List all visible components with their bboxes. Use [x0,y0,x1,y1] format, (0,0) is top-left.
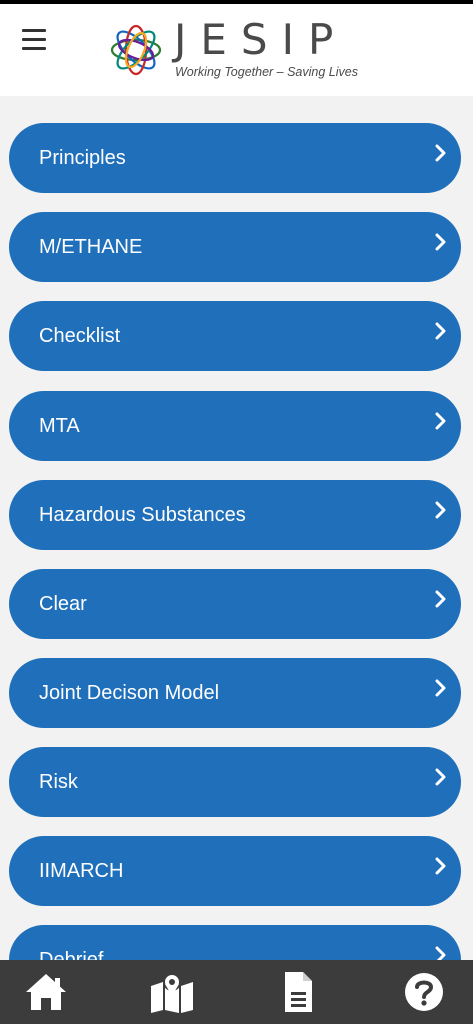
menu-item-iimarch[interactable]: IIMARCH [9,836,461,906]
menu-item-risk[interactable]: Risk [9,747,461,817]
chevron-right-icon [435,590,446,608]
menu-item-label: Clear [39,593,87,615]
menu-item-label: Checklist [39,325,121,347]
menu-item-label: MTA [39,415,80,437]
chevron-right-icon [435,857,446,875]
chevron-right-icon [435,946,446,960]
help-icon[interactable] [400,970,448,1014]
menu-list: Principles M/ETHANE Checklist MTA Hazard… [0,96,473,960]
menu-item-methane[interactable]: M/ETHANE [9,212,461,282]
chevron-right-icon [435,768,446,786]
chevron-right-icon [435,322,446,340]
menu-item-checklist[interactable]: Checklist [9,301,461,371]
menu-item-joint-decision-model[interactable]: Joint Decison Model [9,658,461,728]
logo-tagline: Working Together – Saving Lives [175,65,358,79]
map-icon[interactable] [148,970,196,1014]
menu-item-label: Principles [39,147,126,169]
menu-item-debrief[interactable]: Debrief [9,925,461,960]
chevron-right-icon [435,144,446,162]
document-icon[interactable] [274,970,322,1014]
menu-item-label: M/ETHANE [39,236,143,258]
menu-item-label: Debrief [39,949,104,960]
logo-text: JESIP [174,15,348,64]
chevron-right-icon [435,412,446,430]
menu-item-label: Joint Decison Model [39,682,220,704]
chevron-right-icon [435,501,446,519]
menu-item-principles[interactable]: Principles [9,123,461,193]
menu-item-clear[interactable]: Clear [9,569,461,639]
menu-item-label: Hazardous Substances [39,504,246,526]
app-header: JESIP Working Together – Saving Lives [0,4,473,96]
jesip-logo-icon [110,24,162,76]
chevron-right-icon [435,679,446,697]
chevron-right-icon [435,233,446,251]
home-icon[interactable] [22,970,70,1014]
menu-item-mta[interactable]: MTA [9,391,461,461]
hamburger-menu-icon[interactable] [22,29,46,51]
menu-item-label: Risk [39,771,78,793]
bottom-nav-bar [0,960,473,1024]
menu-item-label: IIMARCH [39,860,124,882]
menu-item-hazardous-substances[interactable]: Hazardous Substances [9,480,461,550]
